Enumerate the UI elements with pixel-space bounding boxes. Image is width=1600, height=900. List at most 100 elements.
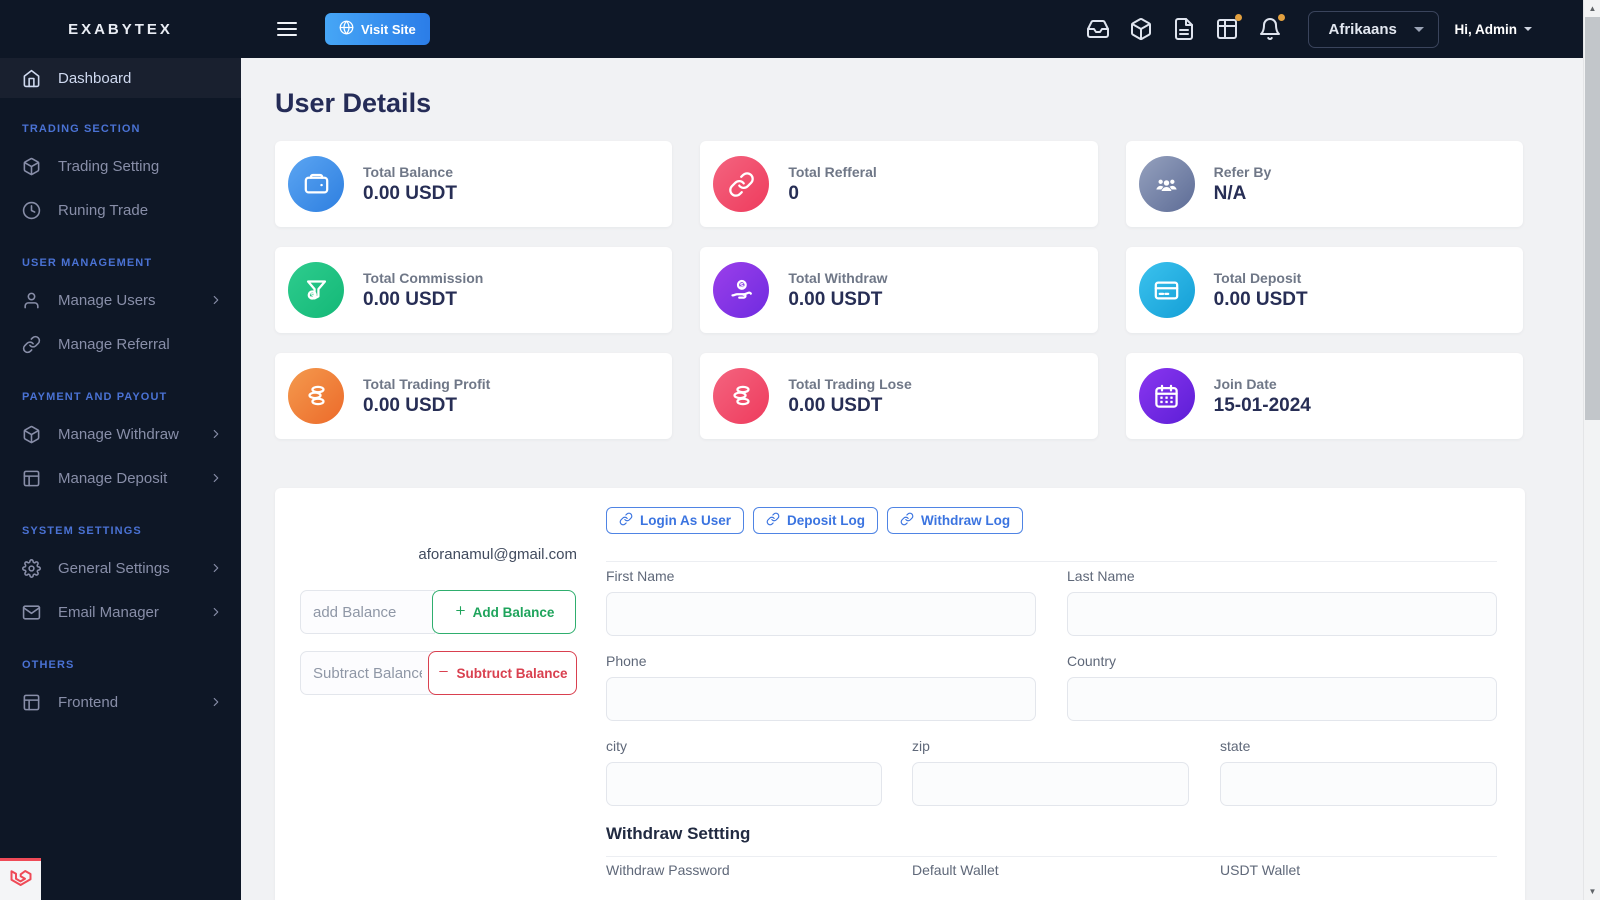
sidebar: EXABYTEX Dashboard TRADING SECTION Trading… — [0, 0, 241, 900]
sidebar-item-general-settings[interactable]: General Settings — [0, 546, 241, 590]
laravel-debugbar-toggle[interactable] — [0, 858, 41, 900]
stat-label: Join Date — [1213, 375, 1277, 392]
stat-value: 15-01-2024 — [1213, 394, 1311, 416]
minus-icon — [437, 665, 450, 681]
withdraw-setting-title: Withdraw Settting — [606, 824, 751, 843]
admin-dashboard: EXABYTEX Dashboard TRADING SECTION Trading… — [0, 0, 1600, 900]
sidebar-nav: Dashboard TRADING SECTION Trading Setting R… — [0, 58, 241, 724]
sidebar-item-frontend[interactable]: Frontend — [0, 680, 241, 724]
laravel-icon — [9, 866, 33, 895]
user-action-buttons: Login As User Deposit Log Withdraw Log — [606, 507, 1024, 534]
admin-menu[interactable]: Hi, Admin — [1454, 21, 1532, 37]
subtract-balance-label: Subtruct Balance — [456, 665, 568, 681]
divider — [606, 561, 1497, 562]
stat-label: Total Commission — [363, 269, 484, 286]
stat-card-total-commission: $ Total Commission 0.00 USDT — [275, 247, 673, 333]
sidebar-item-label: Frontend — [58, 693, 119, 711]
scrollbar-up-arrow[interactable]: ▲ — [1584, 0, 1600, 17]
stat-value: 0.00 USDT — [788, 394, 883, 416]
country-input[interactable] — [1067, 677, 1497, 721]
chevron-right-icon — [209, 605, 223, 619]
chevron-down-icon — [1413, 26, 1424, 32]
page-title: User Details — [275, 88, 432, 118]
package-icon[interactable] — [1129, 17, 1153, 41]
coins-icon — [288, 368, 344, 424]
link-icon — [766, 512, 780, 529]
visit-site-button[interactable]: Visit Site — [325, 13, 430, 45]
file-text-icon[interactable] — [1172, 17, 1196, 41]
notification-dot — [1234, 14, 1242, 21]
user-email: aforanamul@gmail.com — [418, 546, 577, 563]
chevron-right-icon — [209, 471, 223, 485]
login-as-user-button[interactable]: Login As User — [606, 507, 745, 534]
subtract-balance-button[interactable]: Subtruct Balance — [428, 651, 577, 695]
stat-card-total-trading-lose: Total Trading Lose 0.00 USDT — [700, 353, 1098, 439]
subtract-balance-input[interactable] — [300, 651, 435, 695]
sidebar-item-manage-referral[interactable]: Manage Referral — [0, 322, 241, 366]
inbox-icon[interactable] — [1086, 17, 1110, 41]
action-label: Login As User — [640, 513, 732, 528]
topbar-right: Afrikaans Hi, Admin — [1086, 0, 1532, 58]
add-balance-input[interactable] — [300, 590, 435, 634]
sidebar-item-runing-trade[interactable]: Runing Trade — [0, 188, 241, 232]
chevron-down-icon — [1524, 27, 1532, 31]
city-input[interactable] — [606, 762, 882, 806]
bell-icon[interactable] — [1258, 14, 1285, 41]
stat-value: 0.00 USDT — [788, 288, 883, 310]
package-icon — [22, 157, 41, 176]
package-icon — [22, 425, 41, 444]
sidebar-item-manage-users[interactable]: Manage Users — [0, 278, 241, 322]
funnel-dollar-icon: $ — [288, 262, 344, 318]
sidebar-item-label: Manage Referral — [58, 335, 170, 353]
add-balance-label: Add Balance — [472, 604, 555, 620]
menu-icon[interactable] — [275, 17, 299, 41]
state-input[interactable] — [1220, 762, 1497, 806]
language-select[interactable]: Afrikaans — [1307, 10, 1439, 48]
link-icon — [22, 335, 41, 354]
scrollbar-thumb[interactable] — [1585, 17, 1600, 420]
topbar: Visit Site Afrikaans Hi, Admin — [241, 0, 1583, 58]
sidebar-item-email-manager[interactable]: Email Manager — [0, 590, 241, 634]
city-label: city — [606, 738, 627, 754]
sidebar-item-label: Email Manager — [58, 603, 159, 621]
sidebar-item-manage-withdraw[interactable]: Manage Withdraw — [0, 412, 241, 456]
phone-input[interactable] — [606, 677, 1036, 721]
sidebar-item-dashboard[interactable]: Dashboard — [0, 58, 241, 98]
stat-label: Total Trading Profit — [363, 375, 491, 392]
sidebar-item-label: General Settings — [58, 559, 170, 577]
layout-grid-icon[interactable] — [1215, 14, 1242, 41]
language-value: Afrikaans — [1328, 20, 1397, 38]
stat-value: 0.00 USDT — [363, 394, 457, 416]
withdraw-password-label: Withdraw Password — [606, 862, 730, 878]
zip-input[interactable] — [912, 762, 1189, 806]
sidebar-item-manage-deposit[interactable]: Manage Deposit — [0, 456, 241, 500]
chevron-right-icon — [209, 561, 223, 575]
chevron-right-icon — [209, 293, 223, 307]
zip-label: zip — [912, 738, 930, 754]
state-label: state — [1220, 738, 1251, 754]
stat-label: Total Refferal — [788, 163, 877, 180]
action-label: Deposit Log — [787, 513, 866, 528]
withdraw-log-button[interactable]: Withdraw Log — [887, 507, 1024, 534]
sidebar-item-label: Dashboard — [58, 69, 132, 87]
section-title: SYSTEM SETTINGS — [22, 525, 142, 537]
stat-label: Refer By — [1213, 163, 1272, 180]
sidebar-item-label: Manage Users — [58, 291, 156, 309]
deposit-log-button[interactable]: Deposit Log — [753, 507, 879, 534]
stat-value: N/A — [1213, 182, 1247, 204]
hand-dollar-icon: $ — [713, 262, 770, 318]
greeting-label: Hi, Admin — [1454, 21, 1518, 37]
sidebar-item-trading-setting[interactable]: Trading Setting — [0, 144, 241, 188]
credit-card-icon — [1138, 262, 1195, 318]
stat-card-total-balance: Total Balance 0.00 USDT — [275, 141, 673, 227]
first-name-input[interactable] — [606, 592, 1036, 636]
main-content: User Details Total Balance 0.00 USDT Total… — [241, 58, 1583, 900]
scrollbar: ▲ ▼ — [1583, 0, 1600, 900]
last-name-input[interactable] — [1067, 592, 1497, 636]
scrollbar-down-arrow[interactable]: ▼ — [1584, 883, 1600, 900]
wallet-icon — [288, 156, 344, 212]
stat-value: 0.00 USDT — [363, 288, 457, 310]
add-balance-button[interactable]: Add Balance — [432, 590, 576, 634]
user-icon — [22, 291, 41, 310]
stat-card-join-date: Join Date 15-01-2024 — [1125, 353, 1523, 439]
